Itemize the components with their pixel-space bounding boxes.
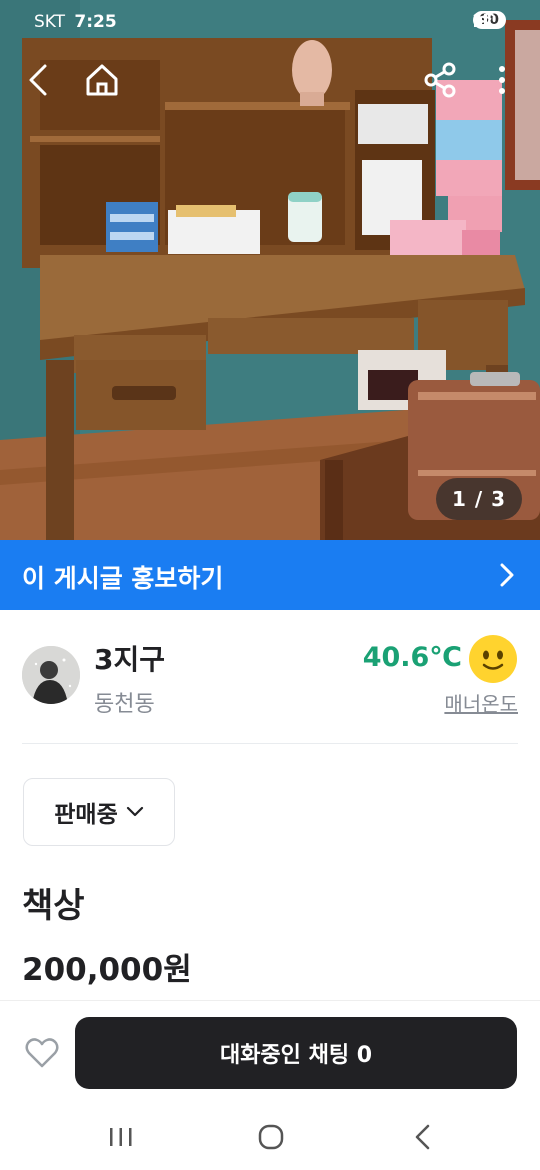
manner-temperature-label[interactable]: 매너온도 <box>444 688 518 717</box>
smiley-icon <box>469 635 517 683</box>
promote-post-banner[interactable]: 이 게시글 홍보하기 <box>0 540 540 610</box>
share-icon <box>424 62 456 98</box>
chat-button[interactable]: 대화중인 채팅 0 <box>75 1017 517 1089</box>
home-button[interactable] <box>82 60 122 100</box>
status-bar: SKT 7:25 90 <box>0 0 540 44</box>
nav-back-icon <box>415 1124 430 1150</box>
home-circle-icon <box>258 1124 284 1150</box>
back-icon <box>29 64 47 96</box>
manner-temperature-value: 40.6℃ <box>362 642 462 673</box>
sale-status-dropdown[interactable]: 판매중 <box>23 778 175 846</box>
system-home-button[interactable] <box>256 1122 286 1152</box>
more-icon <box>499 66 505 94</box>
avatar-image <box>22 646 80 704</box>
recent-apps-button[interactable] <box>106 1122 136 1152</box>
sale-status-value: 판매중 <box>54 802 118 828</box>
promote-label: 이 게시글 홍보하기 <box>22 564 224 593</box>
back-button[interactable] <box>20 60 60 100</box>
chevron-down-icon <box>126 806 143 817</box>
status-carrier: SKT 7:25 <box>34 12 117 32</box>
heart-icon <box>25 1038 59 1068</box>
item-title: 책상 <box>22 886 85 926</box>
divider <box>22 743 518 744</box>
clock: 7:25 <box>74 12 117 32</box>
carrier-label: SKT <box>34 12 66 32</box>
item-price: 200,000원 <box>22 952 192 988</box>
product-photo[interactable]: SKT 7:25 90 <box>0 0 540 540</box>
recent-apps-icon <box>110 1128 132 1146</box>
chat-button-label: 대화중인 채팅 0 <box>219 1043 373 1068</box>
share-button[interactable] <box>420 60 460 100</box>
avatar[interactable] <box>22 646 80 704</box>
seller-name: 3지구 <box>94 643 166 676</box>
image-page-counter: 1 / 3 <box>435 478 522 520</box>
system-navigation-bar <box>0 1104 540 1170</box>
more-button[interactable] <box>482 60 522 100</box>
like-button[interactable] <box>24 1035 60 1071</box>
chevron-right-icon <box>500 563 514 587</box>
home-icon <box>86 64 118 96</box>
system-back-button[interactable] <box>408 1122 438 1152</box>
seller-location: 동천동 <box>94 692 155 717</box>
seller-profile[interactable]: 3지구 동천동 40.6℃ 매너온도 <box>0 610 540 744</box>
bottom-action-bar: 대화중인 채팅 0 <box>0 1000 540 1105</box>
status-indicators: 90 <box>472 11 506 29</box>
signal-icon <box>473 11 491 27</box>
